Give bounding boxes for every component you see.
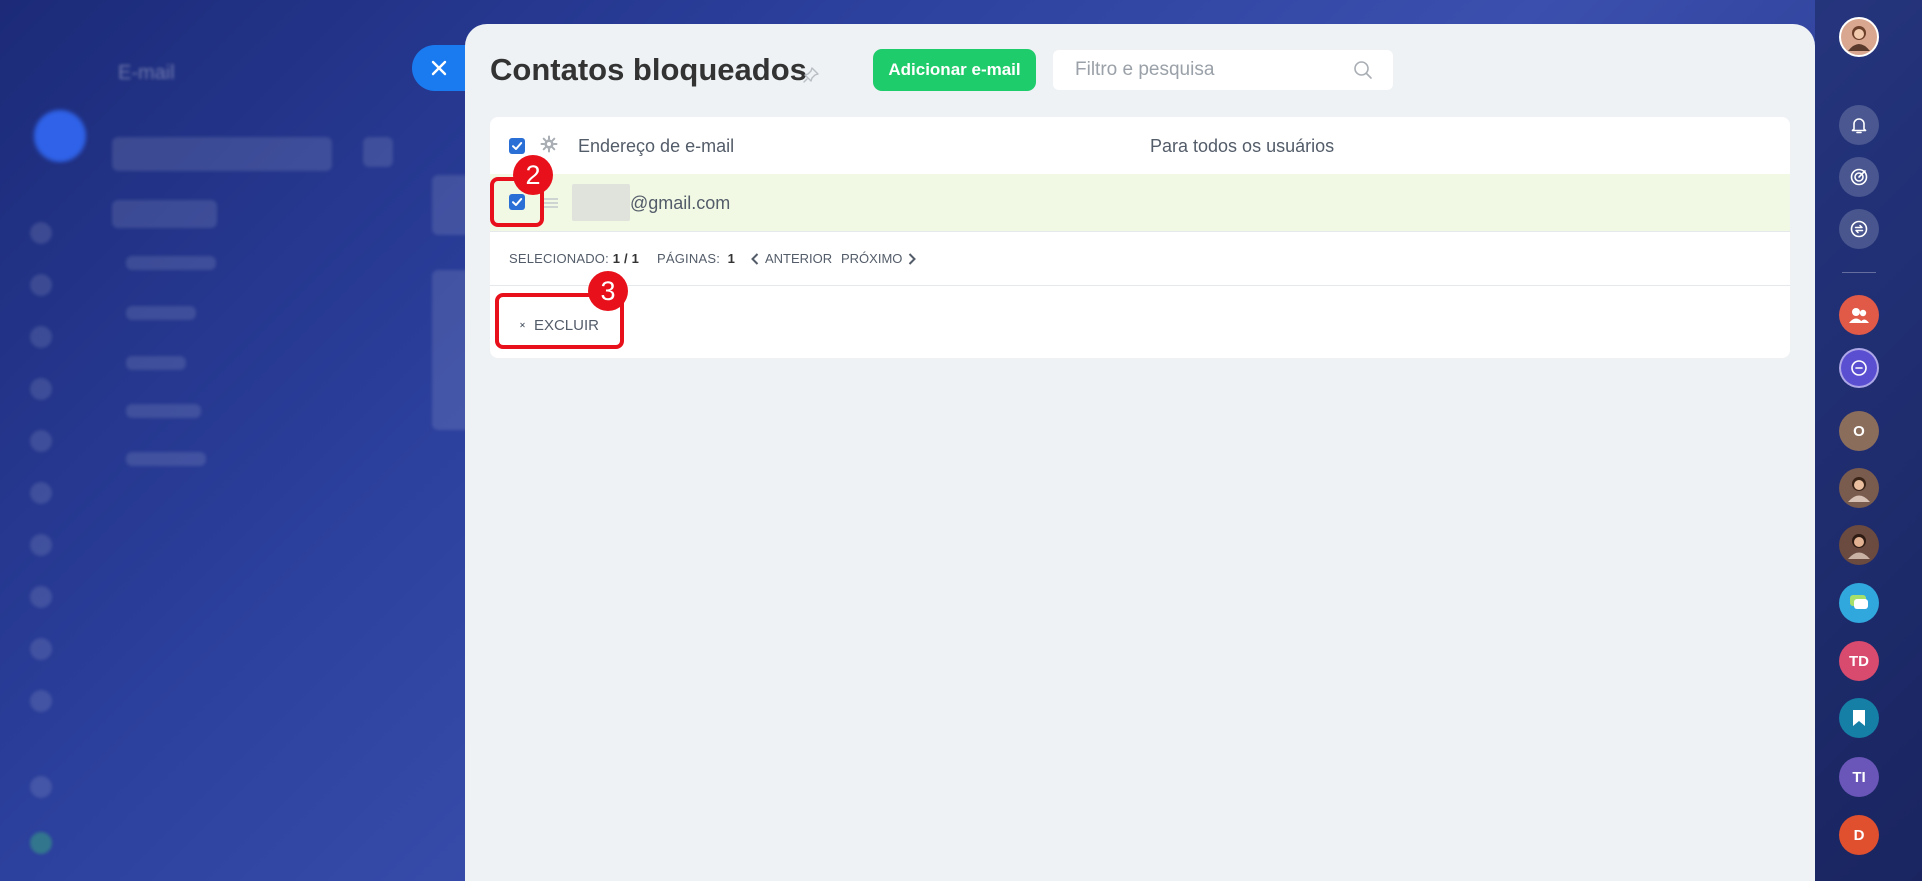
sidebar-item-contact-o[interactable]: O: [1839, 411, 1879, 451]
selected-counter: SELECIONADO: 1 / 1: [509, 251, 639, 266]
column-header-email[interactable]: Endereço de e-mail: [578, 136, 734, 157]
sidebar-item-favorites[interactable]: [1839, 698, 1879, 738]
table-footer: SELECIONADO: 1 / 1 PÁGINAS: 1 ANTERIOR P…: [490, 231, 1790, 286]
background-nav-icon: [30, 534, 52, 556]
avatar-icon: [1848, 26, 1870, 51]
background-folder: [126, 256, 216, 270]
annotation-badge-3: 3: [588, 271, 628, 311]
bell-icon: [1851, 118, 1867, 134]
background-nav-icon: [30, 326, 52, 348]
background-folder: [126, 452, 206, 466]
sidebar-divider: [1842, 272, 1876, 273]
bookmark-icon: [1853, 710, 1865, 726]
sidebar-item-group-chat[interactable]: [1839, 295, 1879, 335]
search-input[interactable]: [1073, 58, 1357, 82]
background-button: [363, 137, 393, 167]
background-avatar: [34, 110, 86, 162]
row-menu-icon[interactable]: [544, 198, 558, 208]
select-all-checkbox[interactable]: [509, 138, 525, 154]
background-nav-icon: [30, 274, 52, 296]
notifications-button[interactable]: [1839, 105, 1879, 145]
blocked-contacts-panel: Contatos bloqueados Adicionar e-mail Fil…: [465, 24, 1815, 881]
chevron-left-icon: [751, 252, 759, 265]
chevron-right-icon: [909, 252, 917, 265]
selected-value: 1 / 1: [612, 251, 640, 266]
pages-counter: PÁGINAS: 1: [657, 251, 735, 266]
background-app: E-mail: [0, 0, 472, 881]
target-icon: [1850, 168, 1868, 186]
pin-icon[interactable]: [802, 66, 820, 84]
background-nav-icon: [30, 690, 52, 712]
avatar-icon: [1848, 534, 1870, 559]
sidebar-item-contact-avatar[interactable]: [1839, 525, 1879, 565]
group-icon: [1849, 308, 1869, 323]
goals-button[interactable]: [1839, 157, 1879, 197]
previous-page-label: ANTERIOR: [765, 251, 833, 266]
search-icon[interactable]: [1353, 60, 1373, 80]
sidebar-item-channel[interactable]: [1839, 348, 1879, 388]
check-icon: [512, 142, 523, 150]
close-slider-button[interactable]: [412, 45, 470, 91]
sync-button[interactable]: [1839, 209, 1879, 249]
background-nav-icon: [30, 638, 52, 660]
selected-label: SELECIONADO:: [509, 251, 609, 266]
pages-value: 1: [727, 251, 736, 266]
background-folder: [126, 306, 196, 320]
email-address: @gmail.com: [630, 193, 731, 213]
background-nav-icon: [30, 222, 52, 244]
sidebar-item-contact-d[interactable]: D: [1839, 815, 1879, 855]
link-icon: [1851, 360, 1867, 376]
background-title: E-mail: [118, 62, 175, 84]
background-nav-icon: [30, 430, 52, 452]
annotation-badge-2: 2: [513, 155, 553, 195]
page-title: Contatos bloqueados: [490, 52, 807, 87]
previous-page-button[interactable]: ANTERIOR: [751, 251, 832, 266]
background-nav-icon: [30, 832, 52, 854]
chat-icon: [1850, 595, 1868, 609]
next-page-button[interactable]: PRÓXIMO: [841, 251, 917, 266]
background-folder: [126, 356, 186, 370]
gear-icon[interactable]: [540, 135, 558, 153]
close-icon: [431, 60, 447, 76]
column-header-for-all-users[interactable]: Para todos os usuários: [1150, 136, 1334, 157]
background-nav-icon: [30, 586, 52, 608]
user-avatar[interactable]: [1839, 17, 1879, 57]
sidebar-item-contact-td[interactable]: TD: [1839, 641, 1879, 681]
background-field: [112, 137, 332, 171]
sidebar-item-chat[interactable]: [1839, 583, 1879, 623]
blocked-contacts-table: Endereço de e-mail Para todos os usuário…: [490, 117, 1790, 358]
background-nav-icon: [30, 378, 52, 400]
background-nav-icon: [30, 482, 52, 504]
pages-label: PÁGINAS:: [657, 251, 721, 266]
table-row[interactable]: @gmail.com: [490, 174, 1790, 232]
avatar-icon: [1848, 477, 1870, 502]
background-nav-icon: [30, 776, 52, 798]
add-email-button[interactable]: Adicionar e-mail: [873, 49, 1036, 91]
sidebar-item-contact-ti[interactable]: TI: [1839, 757, 1879, 797]
sidebar-item-contact-avatar[interactable]: [1839, 468, 1879, 508]
next-page-label: PRÓXIMO: [841, 251, 903, 266]
background-folder: [112, 200, 217, 228]
table-header-row: Endereço de e-mail Para todos os usuário…: [490, 117, 1790, 175]
redacted-email-user: [572, 184, 630, 221]
background-folder: [126, 404, 201, 418]
sync-icon: [1850, 220, 1868, 238]
search-field[interactable]: [1053, 50, 1393, 90]
